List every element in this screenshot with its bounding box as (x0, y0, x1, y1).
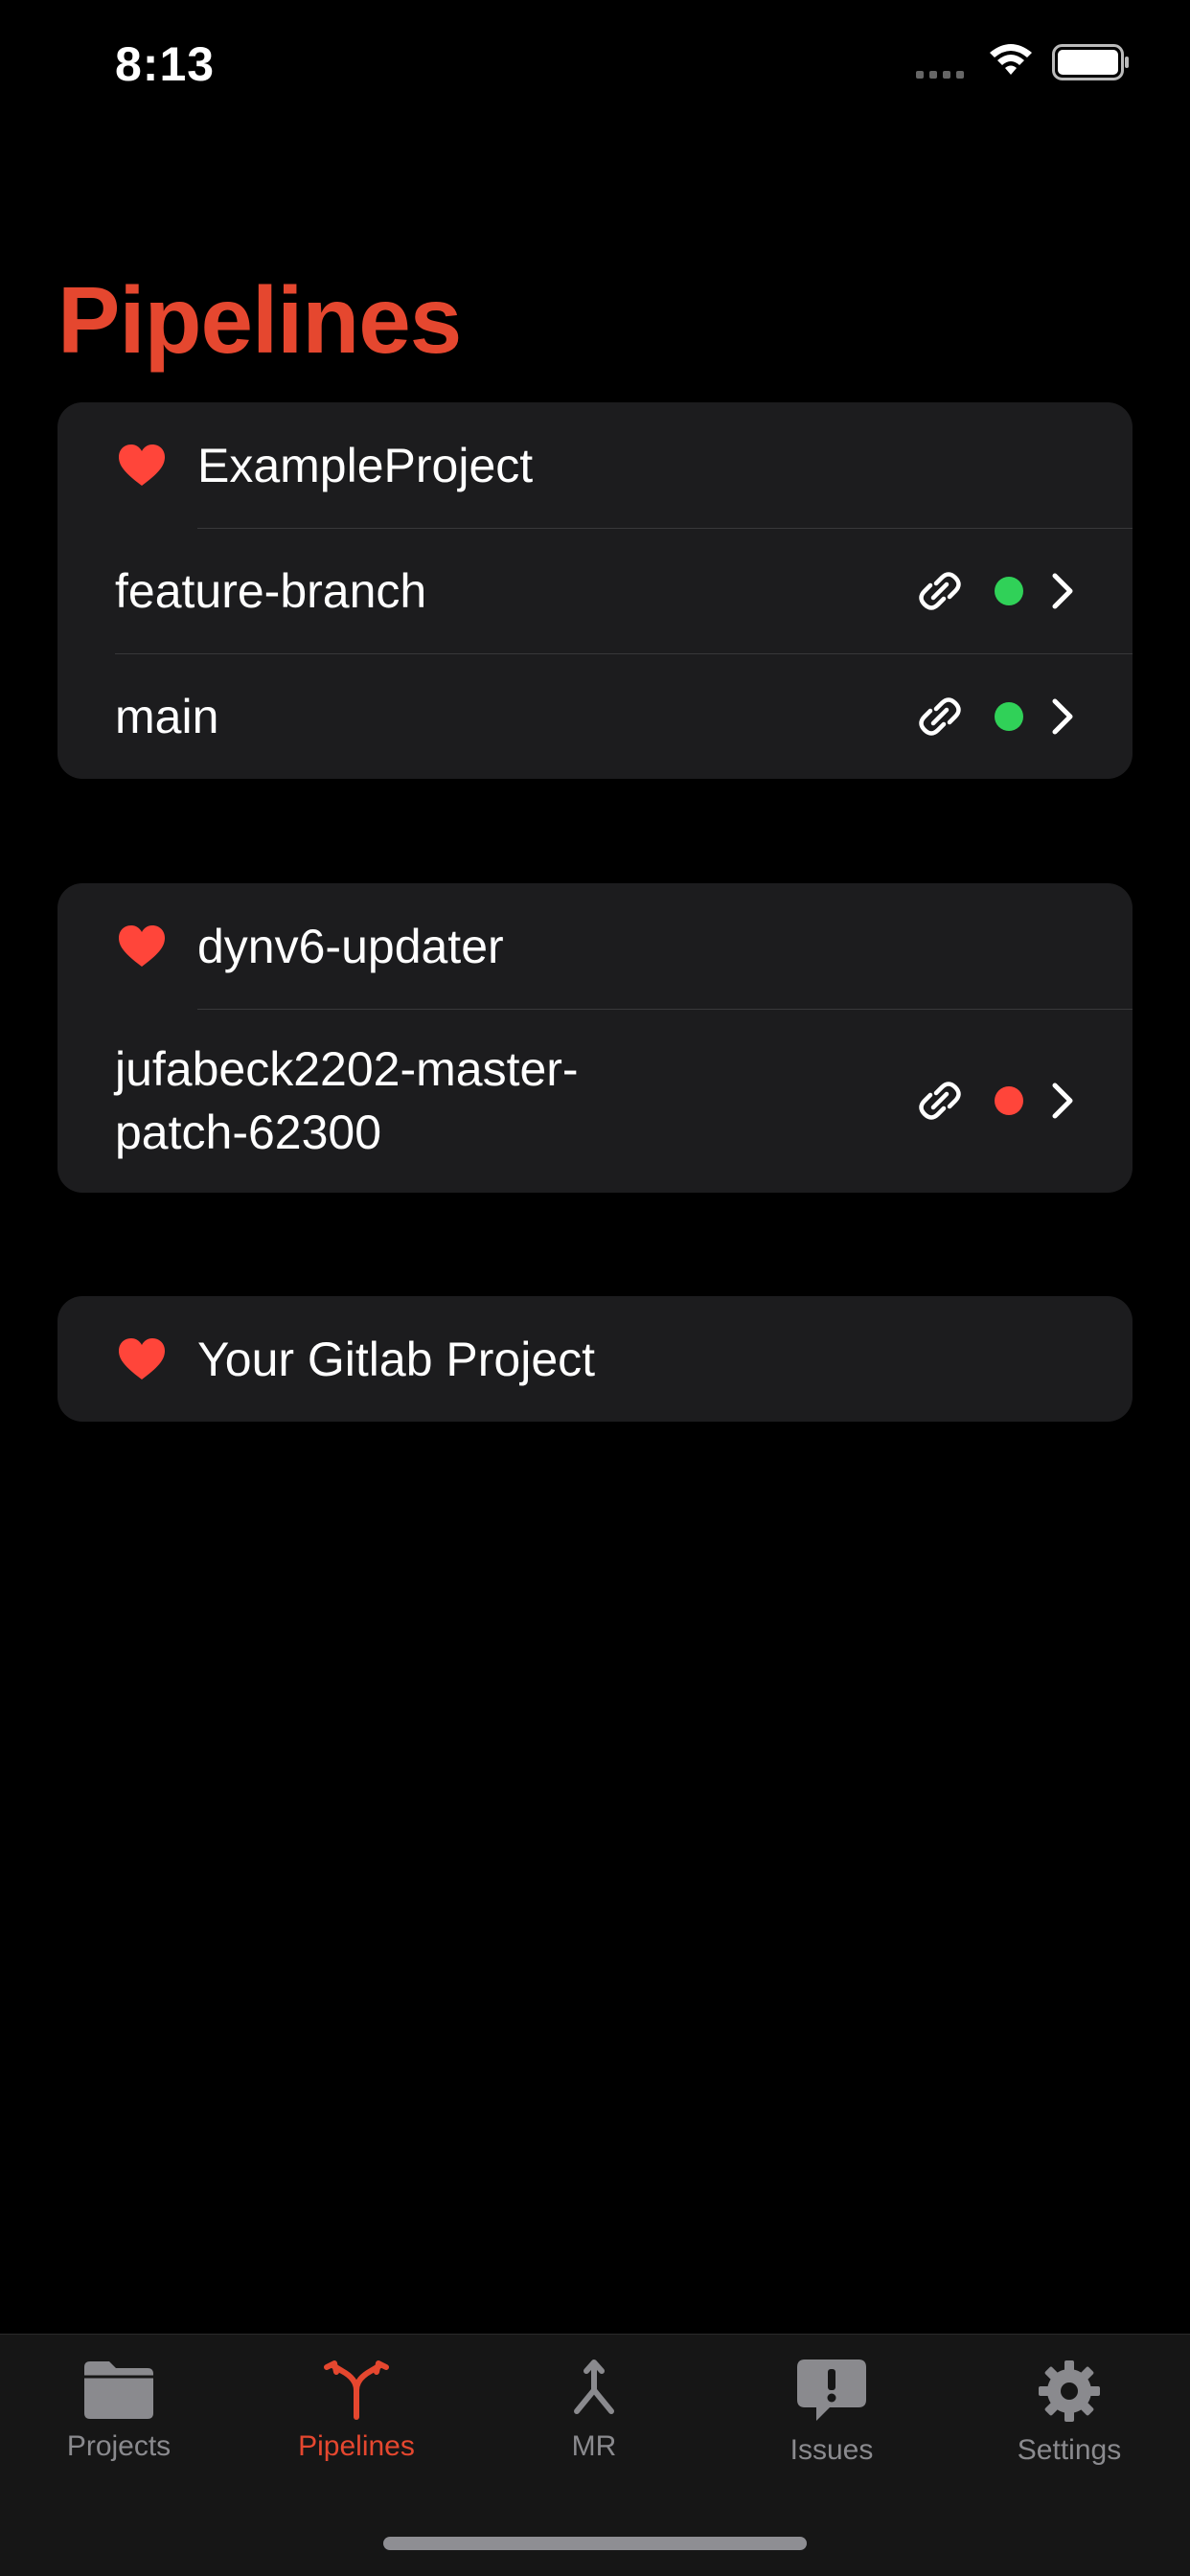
heart-icon[interactable] (117, 924, 167, 969)
row-divider (197, 1009, 1133, 1010)
tab-issues[interactable]: Issues (713, 2335, 950, 2526)
project-header[interactable]: ExampleProject (57, 402, 1133, 528)
tab-label: Settings (1017, 2434, 1122, 2466)
project-header[interactable]: Your Gitlab Project (57, 1296, 1133, 1422)
heart-icon[interactable] (117, 444, 167, 488)
branch-name-line: jufabeck2202-master- (115, 1042, 579, 1096)
wifi-icon (990, 44, 1032, 75)
page-title: Pipelines (57, 267, 462, 373)
home-indicator (383, 2537, 807, 2550)
status-bar: 8:13 (0, 0, 1190, 134)
cellular-signal-icon (916, 71, 964, 79)
branch-name: feature-branch (115, 563, 427, 618)
branch-row[interactable]: jufabeck2202-master- patch-62300 (57, 1009, 1133, 1193)
project-name: dynv6-updater (197, 919, 504, 973)
tab-projects[interactable]: Projects (0, 2335, 238, 2526)
pipeline-status-failed (995, 1086, 1023, 1115)
row-divider (115, 653, 1133, 654)
project-card: dynv6-updater jufabeck2202-master- patch… (57, 883, 1133, 1193)
chevron-right-icon (1052, 1083, 1073, 1119)
branch-name-line: patch-62300 (115, 1106, 382, 1159)
tab-label: Issues (790, 2434, 874, 2466)
branch-name: main (115, 689, 219, 743)
project-card: ExampleProject feature-branch main (57, 402, 1133, 779)
chevron-right-icon (1052, 573, 1073, 608)
tab-label: Projects (66, 2430, 172, 2462)
branch-name: jufabeck2202-master- patch-62300 (115, 1037, 579, 1164)
tab-pipelines[interactable]: Pipelines (238, 2335, 475, 2526)
folder-icon (84, 2361, 153, 2419)
project-card: Your Gitlab Project (57, 1296, 1133, 1422)
chevron-right-icon (1052, 698, 1073, 734)
heart-icon[interactable] (117, 1337, 167, 1381)
issue-icon (797, 2359, 866, 2421)
row-divider (197, 528, 1133, 529)
merge-icon (574, 2359, 614, 2414)
gear-icon (1039, 2360, 1100, 2422)
branch-row[interactable]: main (57, 653, 1133, 779)
tab-mr[interactable]: MR (475, 2335, 713, 2526)
status-time: 8:13 (115, 37, 216, 91)
link-icon[interactable] (912, 689, 968, 744)
tab-settings[interactable]: Settings (950, 2335, 1188, 2526)
battery-icon (1052, 44, 1129, 80)
tab-label: Pipelines (298, 2430, 415, 2462)
tab-label: MR (571, 2430, 617, 2462)
project-name: Your Gitlab Project (197, 1332, 596, 1386)
link-icon[interactable] (912, 563, 968, 619)
branch-row[interactable]: feature-branch (57, 528, 1133, 653)
project-header[interactable]: dynv6-updater (57, 883, 1133, 1009)
pipeline-icon (324, 2360, 389, 2420)
pipeline-status-success (995, 701, 1023, 731)
link-icon[interactable] (912, 1073, 968, 1128)
project-name: ExampleProject (197, 438, 534, 492)
pipeline-status-success (995, 576, 1023, 605)
